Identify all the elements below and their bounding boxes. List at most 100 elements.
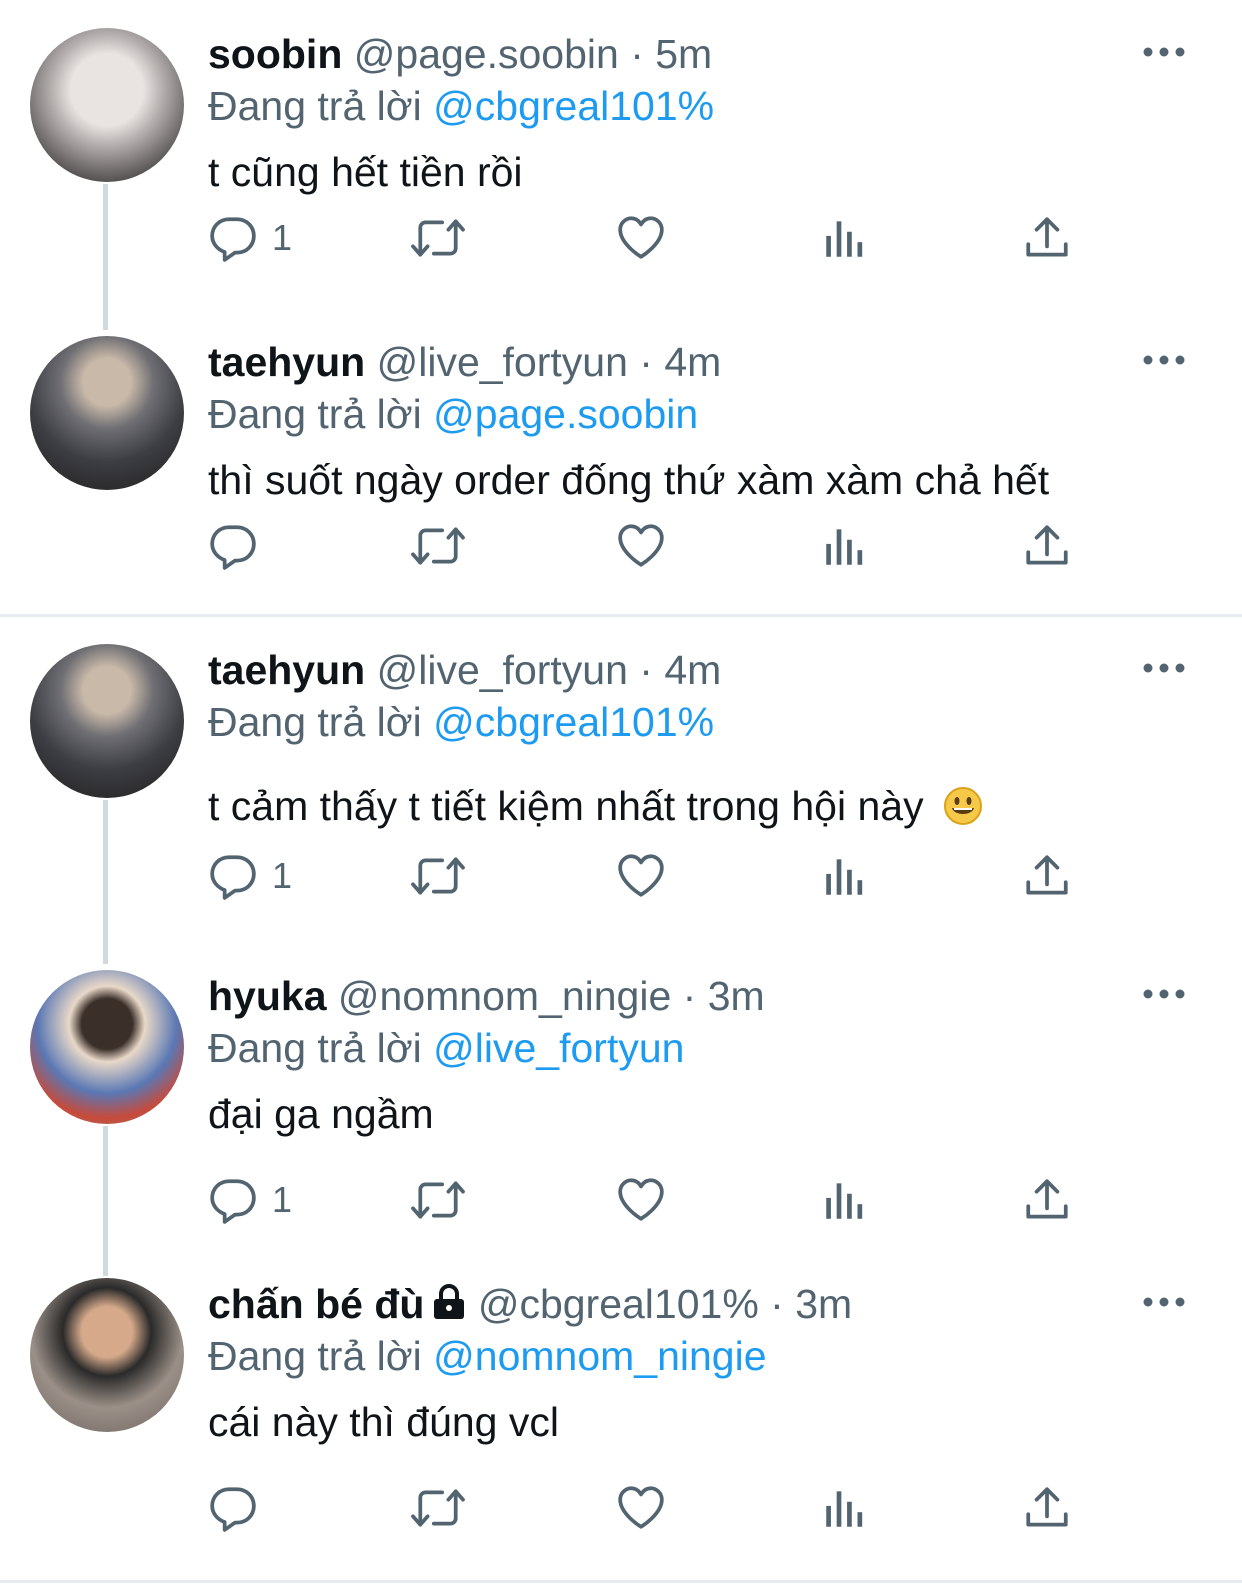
reply-prefix: Đang trả lời — [208, 391, 422, 437]
share-button[interactable] — [1022, 514, 1072, 578]
views-icon — [820, 1483, 870, 1533]
tweet-actions: 1 — [208, 206, 1108, 270]
tweet-text: t cũng hết tiền rồi — [208, 149, 523, 195]
retweet-icon — [410, 851, 466, 901]
like-button[interactable] — [616, 1476, 666, 1540]
retweet-button[interactable] — [410, 206, 466, 270]
share-button[interactable] — [1022, 206, 1072, 270]
share-icon — [1022, 521, 1072, 571]
lock-icon — [434, 1284, 465, 1319]
tweet-actions — [208, 1476, 1108, 1540]
like-button[interactable] — [616, 206, 666, 270]
tweet-text: cái này thì đúng vcl — [208, 1399, 559, 1445]
handle-time: @cbgreal101% · 3m — [477, 1281, 853, 1327]
reply-icon — [208, 1483, 258, 1533]
views-button[interactable] — [820, 206, 870, 270]
tweet-actions: 1 — [208, 844, 1108, 908]
tweet-header: hyuka @nomnom_ningie · 3m — [208, 972, 765, 1020]
avatar[interactable] — [30, 1278, 184, 1432]
replying-to: Đang trả lời @cbgreal101% — [208, 82, 714, 130]
avatar[interactable] — [30, 28, 184, 182]
share-button[interactable] — [1022, 844, 1072, 908]
tweet-header: chấn bé đù @cbgreal101% · 3m — [208, 1280, 852, 1328]
reply-prefix: Đang trả lời — [208, 699, 422, 745]
reply-button[interactable] — [208, 1476, 272, 1540]
tweet-text: t cảm thấy t tiết kiệm nhất trong hội nà… — [208, 783, 924, 829]
reply-count: 1 — [272, 855, 293, 896]
smiling-face-emoji — [943, 787, 982, 825]
reply-button[interactable]: 1 — [208, 206, 292, 270]
share-button[interactable] — [1022, 1476, 1072, 1540]
display-name[interactable]: taehyun — [208, 647, 365, 693]
tweet-actions: 1 — [208, 1168, 1108, 1232]
replying-to: Đang trả lời @cbgreal101% — [208, 698, 714, 746]
replying-to: Đang trả lời @page.soobin — [208, 390, 698, 438]
more-options-icon[interactable] — [1142, 44, 1186, 60]
thread-line — [103, 800, 108, 964]
display-name[interactable]: soobin — [208, 31, 342, 77]
display-name[interactable]: hyuka — [208, 973, 327, 1019]
replying-to: Đang trả lời @live_fortyun — [208, 1024, 684, 1072]
handle-time: @nomnom_ningie · 3m — [337, 973, 765, 1019]
heart-icon — [616, 1175, 666, 1225]
avatar[interactable] — [30, 336, 184, 490]
more-options-icon[interactable] — [1142, 1294, 1186, 1310]
retweet-button[interactable] — [410, 514, 466, 578]
mention-link[interactable]: @live_fortyun — [433, 1025, 684, 1071]
replying-to: Đang trả lời @nomnom_ningie — [208, 1332, 767, 1380]
tweet-text: thì suốt ngày order đống thứ xàm xàm chả… — [208, 457, 1050, 503]
bottom-divider — [0, 1580, 1242, 1583]
reply-button[interactable]: 1 — [208, 1168, 292, 1232]
tweet-header: taehyun @live_fortyun · 4m — [208, 646, 721, 694]
reply-icon — [208, 521, 258, 571]
views-icon — [820, 521, 870, 571]
reply-icon — [208, 213, 258, 263]
reply-button[interactable]: 1 — [208, 844, 292, 908]
tweet[interactable]: taehyun @live_fortyun · 4m Đang trả lời … — [0, 308, 1242, 616]
tweet-text-line: t cảm thấy t tiết kiệm nhất trong hội nà… — [208, 782, 983, 830]
tweet[interactable]: taehyun @live_fortyun · 4m Đang trả lời … — [0, 616, 1242, 964]
views-icon — [820, 213, 870, 263]
heart-icon — [616, 851, 666, 901]
views-button[interactable] — [820, 1476, 870, 1540]
tweet-header: soobin @page.soobin · 5m — [208, 30, 712, 78]
mention-link[interactable]: @page.soobin — [433, 391, 698, 437]
tweet[interactable]: soobin @page.soobin · 5m Đang trả lời @c… — [0, 0, 1242, 330]
views-button[interactable] — [820, 514, 870, 578]
mention-link[interactable]: @cbgreal101% — [433, 699, 714, 745]
display-name[interactable]: taehyun — [208, 339, 365, 385]
retweet-button[interactable] — [410, 844, 466, 908]
handle-time: @live_fortyun · 4m — [376, 339, 722, 385]
heart-icon — [616, 521, 666, 571]
reply-button[interactable] — [208, 514, 272, 578]
more-options-icon[interactable] — [1142, 660, 1186, 676]
avatar[interactable] — [30, 644, 184, 798]
share-icon — [1022, 1483, 1072, 1533]
share-icon — [1022, 213, 1072, 263]
views-icon — [820, 1175, 870, 1225]
like-button[interactable] — [616, 1168, 666, 1232]
tweet[interactable]: chấn bé đù @cbgreal101% · 3m Đang trả lờ… — [0, 1250, 1242, 1560]
reply-count: 1 — [272, 217, 293, 258]
handle-time: @page.soobin · 5m — [353, 31, 713, 77]
more-options-icon[interactable] — [1142, 352, 1186, 368]
reply-count: 1 — [272, 1179, 293, 1220]
like-button[interactable] — [616, 514, 666, 578]
retweet-icon — [410, 1483, 466, 1533]
tweet[interactable]: hyuka @nomnom_ningie · 3m Đang trả lời @… — [0, 942, 1242, 1276]
like-button[interactable] — [616, 844, 666, 908]
display-name[interactable]: chấn bé đù — [208, 1281, 424, 1327]
reply-prefix: Đang trả lời — [208, 83, 422, 129]
retweet-button[interactable] — [410, 1476, 466, 1540]
share-button[interactable] — [1022, 1168, 1072, 1232]
mention-link[interactable]: @cbgreal101% — [433, 83, 714, 129]
views-button[interactable] — [820, 1168, 870, 1232]
mention-link[interactable]: @nomnom_ningie — [433, 1333, 766, 1379]
retweet-button[interactable] — [410, 1168, 466, 1232]
views-button[interactable] — [820, 844, 870, 908]
avatar[interactable] — [30, 970, 184, 1124]
reply-prefix: Đang trả lời — [208, 1333, 422, 1379]
retweet-icon — [410, 521, 466, 571]
more-options-icon[interactable] — [1142, 986, 1186, 1002]
heart-icon — [616, 213, 666, 263]
